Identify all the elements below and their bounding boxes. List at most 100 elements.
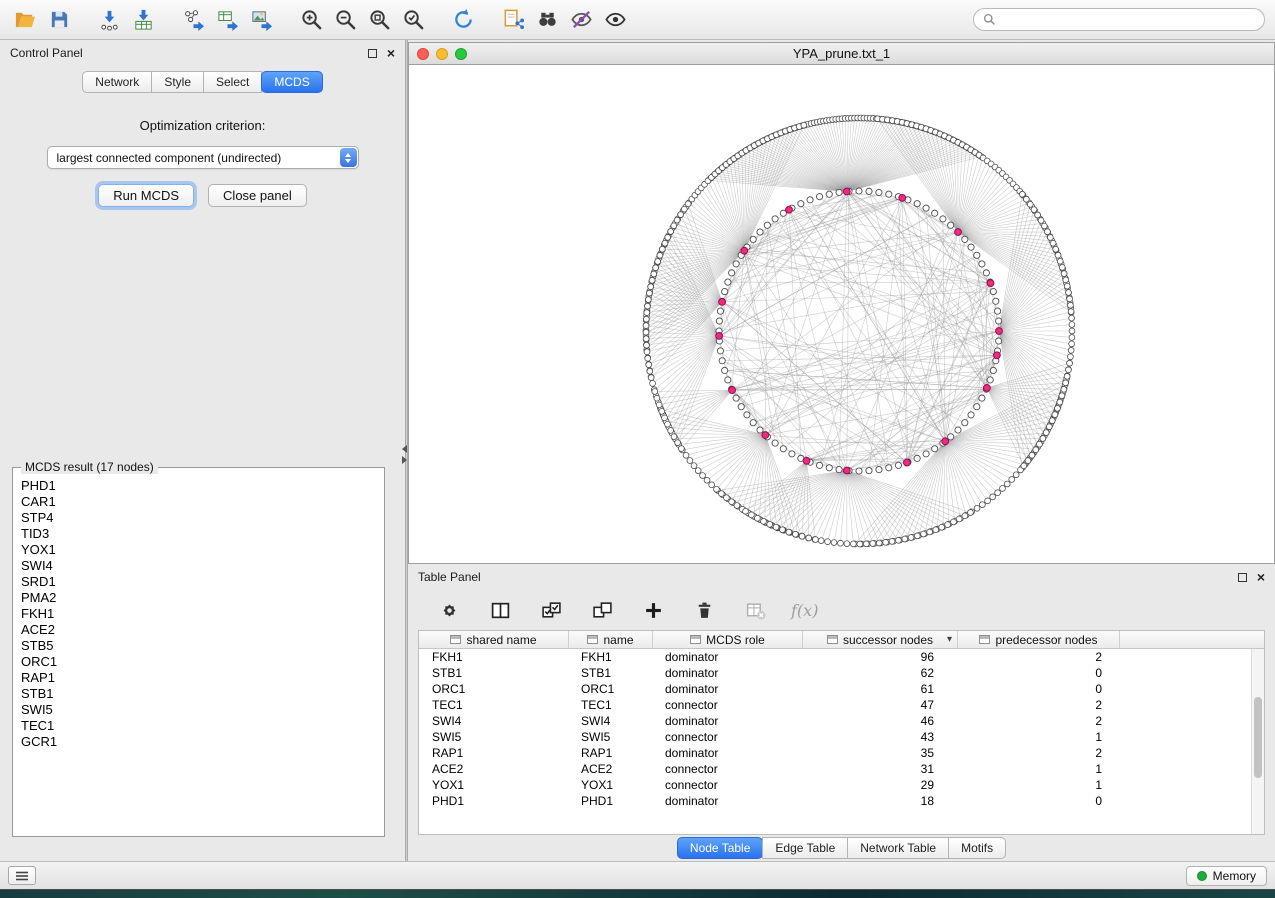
sort-arrow-icon[interactable]: ▾	[947, 634, 952, 645]
network-node[interactable]	[748, 512, 754, 518]
network-node[interactable]	[1041, 223, 1047, 229]
tab-motifs[interactable]: Motifs	[948, 837, 1006, 859]
network-node[interactable]	[1050, 240, 1056, 246]
table-row[interactable]: SWI4SWI4dominator462	[419, 713, 1264, 729]
network-node[interactable]	[793, 531, 799, 537]
network-node[interactable]	[1023, 196, 1029, 202]
network-node[interactable]	[951, 519, 957, 525]
dominator-node[interactable]	[719, 298, 726, 305]
network-node[interactable]	[644, 310, 650, 316]
network-node[interactable]	[719, 358, 725, 364]
network-node[interactable]	[1066, 367, 1072, 373]
mcds-result-item[interactable]: CAR1	[21, 494, 376, 510]
network-node[interactable]	[1067, 360, 1073, 366]
network-node[interactable]	[933, 527, 939, 533]
network-node[interactable]	[772, 216, 778, 222]
run-mcds-button[interactable]: Run MCDS	[98, 184, 194, 207]
add-column-button[interactable]	[638, 595, 668, 625]
search-field[interactable]	[973, 8, 1265, 31]
network-node[interactable]	[974, 404, 980, 410]
network-node[interactable]	[968, 412, 974, 418]
refresh-layout-button[interactable]	[448, 5, 478, 35]
network-node[interactable]	[889, 539, 895, 545]
network-node[interactable]	[648, 375, 654, 381]
network-node[interactable]	[1004, 481, 1010, 487]
mcds-result-item[interactable]: PMA2	[21, 590, 376, 606]
network-node[interactable]	[648, 284, 654, 290]
network-node[interactable]	[687, 458, 693, 464]
network-node[interactable]	[1029, 452, 1035, 458]
mcds-result-item[interactable]: FKH1	[21, 606, 376, 622]
network-node[interactable]	[722, 367, 728, 373]
find-button[interactable]	[532, 5, 562, 35]
table-float-button[interactable]	[1238, 573, 1247, 582]
network-node[interactable]	[876, 466, 882, 472]
network-node[interactable]	[724, 495, 730, 501]
share-network-button[interactable]	[498, 5, 528, 35]
network-node[interactable]	[1000, 486, 1006, 492]
network-node[interactable]	[1047, 235, 1053, 241]
network-node[interactable]	[1069, 335, 1075, 341]
network-node[interactable]	[691, 463, 697, 469]
network-node[interactable]	[665, 234, 671, 240]
network-title-bar[interactable]: YPA_prune.txt_1	[408, 42, 1275, 64]
network-node[interactable]	[678, 212, 684, 218]
network-node[interactable]	[761, 518, 767, 524]
open-session-button[interactable]	[10, 5, 40, 35]
network-node[interactable]	[655, 259, 661, 265]
zoom-out-button[interactable]	[330, 5, 360, 35]
column-header[interactable]: shared name	[419, 631, 569, 648]
network-node[interactable]	[754, 515, 760, 521]
network-node[interactable]	[725, 377, 731, 383]
network-node[interactable]	[643, 323, 649, 329]
mcds-result-item[interactable]: GCR1	[21, 734, 376, 750]
network-node[interactable]	[750, 420, 756, 426]
network-node[interactable]	[1068, 302, 1074, 308]
tab-network[interactable]: Network	[82, 71, 152, 93]
network-node[interactable]	[646, 290, 652, 296]
network-node[interactable]	[813, 537, 819, 543]
network-node[interactable]	[1037, 441, 1043, 447]
dominator-node[interactable]	[843, 467, 850, 474]
network-node[interactable]	[1057, 399, 1063, 405]
zoom-fit-button[interactable]	[364, 5, 394, 35]
splitter-handle-icon[interactable]	[402, 445, 407, 464]
network-node[interactable]	[678, 446, 684, 452]
optimization-select[interactable]: largest connected component (undirected)	[47, 146, 359, 169]
network-node[interactable]	[798, 201, 804, 207]
column-header[interactable]: MCDS role	[653, 631, 803, 648]
mcds-result-item[interactable]: RAP1	[21, 670, 376, 686]
network-node[interactable]	[1068, 347, 1074, 353]
mcds-result-item[interactable]: SWI5	[21, 702, 376, 718]
network-node[interactable]	[789, 451, 795, 457]
network-node[interactable]	[657, 252, 663, 258]
network-node[interactable]	[838, 540, 844, 546]
dominator-node[interactable]	[762, 432, 769, 439]
network-node[interactable]	[902, 536, 908, 542]
export-table-button[interactable]	[212, 5, 242, 35]
network-node[interactable]	[729, 270, 735, 276]
import-table-button[interactable]	[128, 5, 158, 35]
network-node[interactable]	[932, 446, 938, 452]
export-image-button[interactable]	[246, 5, 276, 35]
network-node[interactable]	[1063, 277, 1069, 283]
network-node[interactable]	[996, 338, 1002, 344]
mcds-result-item[interactable]: SWI4	[21, 558, 376, 574]
table-row[interactable]: ORC1ORC1dominator610	[419, 681, 1264, 697]
network-node[interactable]	[816, 194, 822, 200]
table-row[interactable]: FKH1FKH1dominator962	[419, 649, 1264, 665]
network-node[interactable]	[700, 473, 706, 479]
network-node[interactable]	[886, 191, 892, 197]
network-node[interactable]	[990, 367, 996, 373]
network-node[interactable]	[836, 189, 842, 195]
network-node[interactable]	[649, 277, 655, 283]
network-node[interactable]	[816, 462, 822, 468]
network-node[interactable]	[806, 535, 812, 541]
dominator-node[interactable]	[716, 332, 723, 339]
network-node[interactable]	[1061, 386, 1067, 392]
network-node[interactable]	[725, 279, 731, 285]
network-node[interactable]	[801, 122, 807, 128]
network-node[interactable]	[659, 246, 665, 252]
network-node[interactable]	[1046, 424, 1052, 430]
mcds-result-item[interactable]: STP4	[21, 510, 376, 526]
